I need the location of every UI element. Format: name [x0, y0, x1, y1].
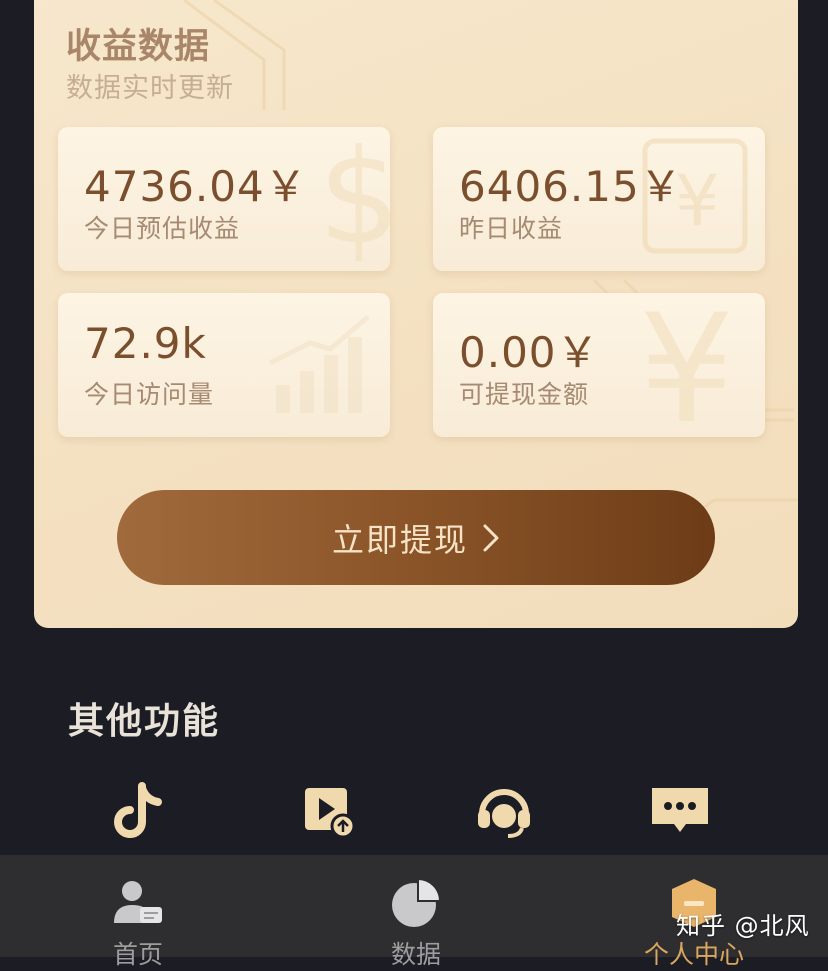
growth-chart-icon [268, 315, 370, 413]
tab-home[interactable]: 首页 [58, 855, 218, 969]
stat-today-visits: 72.9k 今日访问量 [58, 293, 390, 437]
tab-data[interactable]: 数据 [336, 855, 496, 969]
earnings-card: 收益数据 数据实时更新 $ 4736.04￥ 今日预估收益 ¥ 6406.15￥… [34, 0, 798, 628]
card-subtitle: 数据实时更新 [66, 73, 234, 104]
home-user-icon [114, 881, 162, 923]
message-icon [652, 788, 708, 832]
tab-label: 数据 [390, 940, 441, 969]
stat-value: 6406.15￥ [459, 162, 683, 211]
withdraw-button-label: 立即提现 [331, 520, 468, 559]
tab-label: 首页 [112, 940, 163, 969]
video-upload-icon [305, 788, 356, 839]
stat-yesterday: ¥ 6406.15￥ 昨日收益 [433, 127, 765, 271]
stat-withdrawable: ¥ 0.00￥ 可提现金额 [433, 293, 765, 437]
svg-text:¥: ¥ [639, 293, 734, 437]
stat-value: 4736.04￥ [84, 162, 308, 211]
card-title: 收益数据 [66, 27, 211, 67]
tiktok-icon [114, 782, 162, 838]
stat-label: 可提现金额 [459, 380, 590, 409]
pie-chart-icon [392, 877, 442, 927]
stat-today-estimated: $ 4736.04￥ 今日预估收益 [58, 127, 390, 271]
customer-service-icon [478, 789, 530, 838]
video-upload-button[interactable] [297, 780, 361, 844]
message-button[interactable] [648, 780, 712, 844]
tiktok-button[interactable] [106, 780, 170, 844]
stat-label: 昨日收益 [459, 214, 564, 243]
stat-label: 今日访问量 [84, 380, 215, 409]
section-title-other-functions: 其他功能 [68, 701, 221, 742]
yen-icon: ¥ [639, 293, 734, 437]
customer-service-button[interactable] [472, 780, 536, 844]
chevron-right-icon [483, 524, 499, 551]
stat-label: 今日预估收益 [84, 214, 241, 243]
zhihu-watermark: 知乎 @北风 [676, 912, 810, 940]
withdraw-button[interactable]: 立即提现 [117, 490, 715, 585]
svg-text:$: $ [318, 127, 390, 271]
stat-value: 0.00￥ [459, 328, 600, 377]
stat-value: 72.9k [84, 319, 207, 368]
